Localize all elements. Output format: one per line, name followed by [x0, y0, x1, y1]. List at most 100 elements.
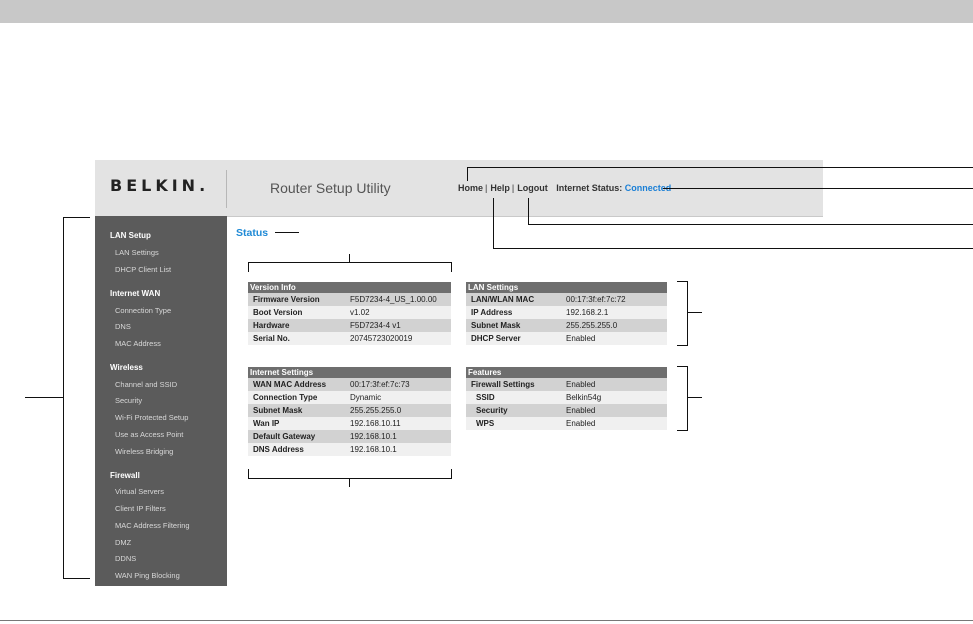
table-row: SSID Belkin54g: [466, 391, 667, 404]
row-label: WAN MAC Address: [253, 380, 327, 389]
row-value: F5D7234-4_US_1.00.00: [350, 295, 437, 304]
sidebar-item-mac-filtering[interactable]: MAC Address Filtering: [115, 521, 190, 530]
sidebar-item-mac-address[interactable]: MAC Address: [115, 339, 161, 348]
table-row: Boot Version v1.02: [248, 306, 451, 319]
row-label: Subnet Mask: [471, 321, 521, 330]
sidebar-section-wireless[interactable]: Wireless: [110, 363, 143, 372]
callout-line-home: [467, 167, 468, 181]
header-links: Home | Help | Logout Internet Status: Connec…: [458, 183, 671, 193]
row-label: IP Address: [471, 308, 513, 317]
page-title: Status: [236, 227, 269, 239]
callout-line-help: [493, 248, 973, 249]
sidebar-section-lan-setup[interactable]: LAN Setup: [110, 231, 151, 240]
table-row: Serial No. 20745723020019: [248, 332, 451, 345]
row-label: DHCP Server: [471, 334, 521, 343]
row-value: Enabled: [566, 334, 596, 343]
table-row: WPS Enabled: [466, 417, 667, 430]
row-label: Connection Type: [253, 393, 318, 402]
sidebar-item-dns[interactable]: DNS: [115, 322, 131, 331]
table-row: IP Address 192.168.2.1: [466, 306, 667, 319]
bracket-bottom-stem: [349, 479, 350, 487]
row-label: Serial No.: [253, 334, 290, 343]
sidebar-item-connection-type[interactable]: Connection Type: [115, 306, 171, 315]
help-link[interactable]: Help: [490, 183, 510, 193]
callout-line-title: [275, 232, 299, 233]
link-separator: |: [511, 183, 515, 193]
bracket-top-stem: [349, 254, 350, 262]
header-divider: [226, 170, 227, 208]
bracket-right-lan: [677, 281, 688, 346]
table-row: Connection Type Dynamic: [248, 391, 451, 404]
sidebar-item-access-point[interactable]: Use as Access Point: [115, 430, 183, 439]
sidebar-item-wan-ping-blocking[interactable]: WAN Ping Blocking: [115, 571, 180, 580]
row-label: LAN/WLAN MAC: [471, 295, 535, 304]
sidebar-item-wps[interactable]: Wi-Fi Protected Setup: [115, 413, 188, 422]
callout-line-logout: [528, 224, 973, 225]
row-label: Security: [476, 406, 508, 415]
row-label: Firmware Version: [253, 295, 320, 304]
row-value: 192.168.10.1: [350, 445, 397, 454]
row-label: SSID: [476, 393, 495, 402]
panel-title: Internet Settings: [248, 367, 451, 378]
sidebar-item-dmz[interactable]: DMZ: [115, 538, 131, 547]
bracket-left-sidebar: [63, 217, 90, 579]
row-value: 00:17:3f:ef:7c:72: [566, 295, 626, 304]
sidebar-item-dhcp-client-list[interactable]: DHCP Client List: [115, 265, 171, 274]
row-label: Boot Version: [253, 308, 303, 317]
version-info-panel: Version Info Firmware Version F5D7234-4_U…: [248, 282, 451, 345]
row-value: 255.255.255.0: [566, 321, 618, 330]
row-value: F5D7234-4 v1: [350, 321, 401, 330]
row-value: 192.168.2.1: [566, 308, 609, 317]
bracket-right-features-stem: [688, 397, 702, 398]
belkin-logo: BELKIN.: [110, 176, 210, 195]
top-gray-bar: [0, 0, 973, 23]
row-value: Enabled: [566, 406, 596, 415]
row-label: WPS: [476, 419, 495, 428]
row-value: 00:17:3f:ef:7c:73: [350, 380, 410, 389]
callout-line-logout: [528, 198, 529, 225]
link-separator: |: [485, 183, 488, 193]
sidebar-section-internet-wan[interactable]: Internet WAN: [110, 289, 160, 298]
sidebar-item-wireless-bridging[interactable]: Wireless Bridging: [115, 447, 173, 456]
table-row: Security Enabled: [466, 404, 667, 417]
sidebar-item-virtual-servers[interactable]: Virtual Servers: [115, 487, 164, 496]
table-row: Default Gateway 192.168.10.1: [248, 430, 451, 443]
lan-settings-panel: LAN Settings LAN/WLAN MAC 00:17:3f:ef:7c:…: [466, 282, 667, 345]
sidebar-item-ddns[interactable]: DDNS: [115, 554, 136, 563]
row-value: Enabled: [566, 380, 596, 389]
table-row: Firewall Settings Enabled: [466, 378, 667, 391]
bracket-bottom: [248, 469, 452, 479]
sidebar-item-client-ip-filters[interactable]: Client IP Filters: [115, 504, 166, 513]
row-value: v1.02: [350, 308, 370, 317]
bracket-left-sidebar-stem: [25, 397, 63, 398]
table-row: DNS Address 192.168.10.1: [248, 443, 451, 456]
table-row: Subnet Mask 255.255.255.0: [466, 319, 667, 332]
row-label: Firewall Settings: [471, 380, 535, 389]
row-value: 20745723020019: [350, 334, 413, 343]
sidebar-nav: LAN Setup LAN Settings DHCP Client List …: [95, 216, 227, 586]
row-label: Default Gateway: [253, 432, 316, 441]
row-value: Dynamic: [350, 393, 382, 402]
table-row: Firmware Version F5D7234-4_US_1.00.00: [248, 293, 451, 306]
row-value: 192.168.10.11: [350, 419, 401, 428]
row-value: 192.168.10.1: [350, 432, 397, 441]
callout-line-help: [493, 198, 494, 249]
row-value: Belkin54g: [566, 393, 602, 402]
row-label: Hardware: [253, 321, 290, 330]
home-link[interactable]: Home: [458, 183, 483, 193]
row-value: Enabled: [566, 419, 596, 428]
bracket-right-lan-stem: [688, 312, 702, 313]
bracket-top: [248, 262, 452, 272]
sidebar-item-security[interactable]: Security: [115, 396, 142, 405]
sidebar-section-firewall[interactable]: Firewall: [110, 471, 140, 480]
row-label: Subnet Mask: [253, 406, 303, 415]
row-value: 255.255.255.0: [350, 406, 402, 415]
sidebar-item-lan-settings[interactable]: LAN Settings: [115, 248, 159, 257]
internet-settings-panel: Internet Settings WAN MAC Address 00:17:3…: [248, 367, 451, 456]
table-row: Wan IP 192.168.10.11: [248, 417, 451, 430]
callout-line-status: [663, 188, 973, 189]
sidebar-item-channel-ssid[interactable]: Channel and SSID: [115, 380, 177, 389]
panel-title: Version Info: [248, 282, 451, 293]
logout-link[interactable]: Logout: [517, 183, 548, 193]
table-row: LAN/WLAN MAC 00:17:3f:ef:7c:72: [466, 293, 667, 306]
